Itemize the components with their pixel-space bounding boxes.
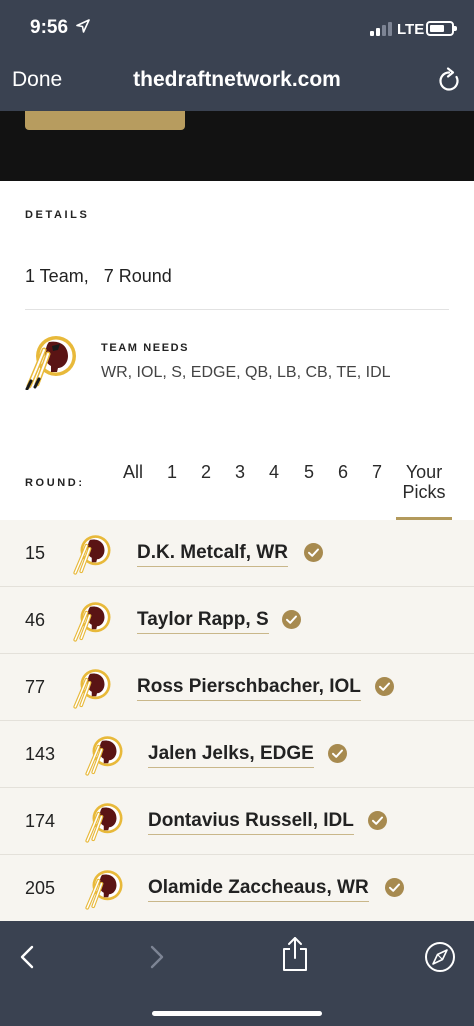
check-icon — [282, 610, 301, 629]
round-tab-your-picks-line2: Picks — [402, 482, 446, 502]
round-label: ROUND: — [25, 477, 85, 489]
pick-row[interactable]: 174 Dontavius Russell, IDL — [0, 788, 474, 855]
signal-icon — [370, 22, 394, 36]
details-heading: DETAILS — [25, 209, 90, 221]
round-tab-1[interactable]: 1 — [167, 462, 177, 483]
check-icon — [385, 878, 404, 897]
status-time: 9:56 — [30, 17, 69, 38]
team-logo-icon — [25, 336, 76, 390]
page-url[interactable]: thedraftnetwork.com — [133, 68, 341, 91]
location-arrow-icon — [76, 19, 90, 33]
team-logo-icon — [85, 870, 123, 910]
divider — [25, 309, 449, 310]
check-icon — [328, 744, 347, 763]
gold-action-button[interactable] — [25, 111, 185, 130]
check-icon — [304, 543, 323, 562]
pick-number: 46 — [25, 610, 46, 630]
done-button[interactable]: Done — [12, 68, 62, 92]
round-tab-4[interactable]: 4 — [269, 462, 279, 483]
round-tab-7[interactable]: 7 — [372, 462, 382, 483]
team-logo-icon — [85, 803, 123, 843]
status-bar: 9:56 LTE — [0, 0, 474, 52]
team-logo-icon — [73, 669, 111, 709]
round-tab-6[interactable]: 6 — [338, 462, 348, 483]
pick-row[interactable]: 15 D.K. Metcalf, WR — [0, 520, 474, 587]
picks-list: 15 D.K. Metcalf, WR 46 Taylor Rapp, S 77 — [0, 520, 474, 921]
round-tab-your-picks[interactable]: Your Picks — [396, 462, 452, 502]
url-title-wrap: thedraftnetwork.com — [0, 68, 474, 92]
player-name[interactable]: D.K. Metcalf, WR — [137, 542, 288, 567]
round-tab-your-picks-line1: Your — [405, 462, 443, 482]
pick-row[interactable]: 205 Olamide Zaccheaus, WR — [0, 855, 474, 922]
details-value: 1 Team, 7 Round — [25, 266, 172, 286]
network-type: LTE — [397, 21, 425, 38]
pick-number: 15 — [25, 543, 46, 563]
share-icon[interactable] — [280, 935, 310, 973]
team-logo-icon — [73, 602, 111, 642]
round-tab-5[interactable]: 5 — [304, 462, 314, 483]
back-icon[interactable] — [16, 943, 40, 971]
round-tab-all[interactable]: All — [123, 462, 143, 483]
round-tab-2[interactable]: 2 — [201, 462, 211, 483]
reload-icon[interactable] — [436, 66, 462, 94]
pick-number: 174 — [25, 811, 56, 831]
team-logo-icon — [73, 535, 111, 575]
check-icon — [375, 677, 394, 696]
pick-number: 77 — [25, 677, 46, 697]
home-indicator — [152, 1011, 322, 1016]
player-name[interactable]: Dontavius Russell, IDL — [148, 810, 354, 835]
browser-header: 9:56 LTE Done thedraftnetwork.com — [0, 0, 474, 111]
pick-number: 143 — [25, 744, 56, 764]
team-needs-heading: TEAM NEEDS — [101, 342, 190, 354]
pick-row[interactable]: 143 Jalen Jelks, EDGE — [0, 721, 474, 788]
player-name[interactable]: Olamide Zaccheaus, WR — [148, 877, 369, 902]
player-name[interactable]: Ross Pierschbacher, IOL — [137, 676, 361, 701]
round-tab-3[interactable]: 3 — [235, 462, 245, 483]
battery-icon — [426, 21, 457, 36]
team-logo-icon — [85, 736, 123, 776]
team-needs-value: WR, IOL, S, EDGE, QB, LB, CB, TE, IDL — [101, 364, 391, 381]
check-icon — [368, 811, 387, 830]
player-name[interactable]: Jalen Jelks, EDGE — [148, 743, 314, 768]
player-name[interactable]: Taylor Rapp, S — [137, 609, 269, 634]
pick-row[interactable]: 77 Ross Pierschbacher, IOL — [0, 654, 474, 721]
pick-number: 205 — [25, 878, 56, 898]
pick-row[interactable]: 46 Taylor Rapp, S — [0, 587, 474, 654]
compass-icon[interactable] — [424, 941, 456, 973]
forward-icon[interactable] — [144, 943, 168, 971]
